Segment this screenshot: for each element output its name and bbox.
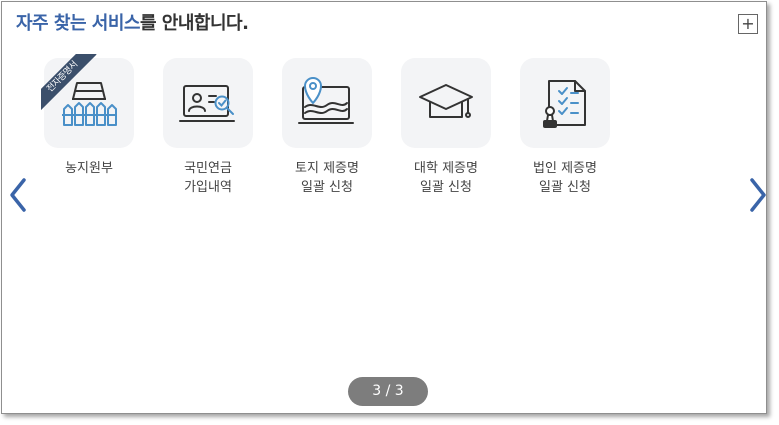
service-label: 대학 제증명 일괄 신청	[414, 161, 478, 195]
service-label: 토지 제증명 일괄 신청	[295, 161, 359, 195]
service-icon-box	[282, 58, 372, 148]
id-card-search-icon	[179, 85, 235, 122]
e-certificate-badge: 전자증명서	[41, 54, 97, 110]
service-label: 국민연금 가입내역	[184, 161, 232, 195]
document-stamp-icon	[543, 80, 586, 128]
service-pension-history[interactable]: 국민연금 가입내역	[148, 58, 268, 197]
service-farmland-register[interactable]: 전자증명서 농지원부	[29, 54, 149, 178]
service-university-certificates[interactable]: 대학 제증명 일괄 신청	[386, 58, 506, 197]
badge-label: 전자증명서	[41, 54, 97, 110]
next-button[interactable]	[747, 177, 769, 213]
service-icon-box	[401, 58, 491, 148]
frequent-services-panel: 자주 찾는 서비스를 안내합니다. + 전자증명서 농지원부 국민연금 가입내역…	[1, 1, 767, 414]
title-rest: 를 안내합니다.	[139, 13, 249, 34]
chevron-left-icon	[10, 178, 26, 212]
title-accent: 자주 찾는 서비스	[16, 13, 140, 34]
panel-title: 자주 찾는 서비스를 안내합니다.	[16, 9, 249, 35]
service-icon-box	[163, 58, 253, 148]
more-button[interactable]: +	[738, 14, 758, 34]
service-icon-box	[520, 58, 610, 148]
land-map-icon	[298, 77, 354, 124]
service-corporate-certificates[interactable]: 법인 제증명 일괄 신청	[505, 58, 625, 197]
prev-button[interactable]	[7, 177, 29, 213]
service-label: 법인 제증명 일괄 신청	[533, 161, 597, 195]
page-indicator: 3 / 3	[348, 377, 428, 406]
service-icon-box: 전자증명서	[41, 54, 134, 148]
graduation-cap-icon	[419, 84, 473, 118]
service-label: 농지원부	[65, 161, 113, 176]
chevron-right-icon	[750, 178, 766, 212]
service-land-certificates[interactable]: 토지 제증명 일괄 신청	[267, 58, 387, 197]
